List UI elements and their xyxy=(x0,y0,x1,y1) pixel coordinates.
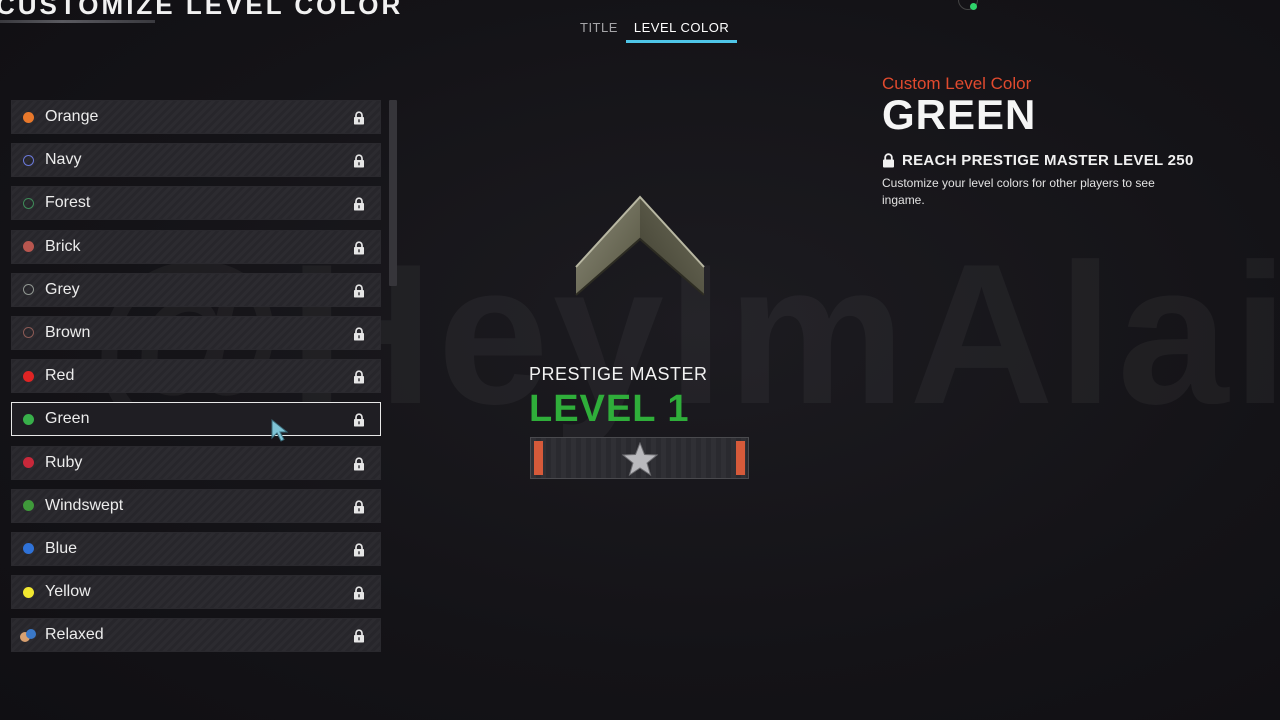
color-swatch-icon xyxy=(23,111,34,123)
lock-icon xyxy=(354,586,364,600)
status-indicator xyxy=(950,0,1190,14)
bar-end-right xyxy=(736,441,745,475)
color-swatch-icon xyxy=(23,154,34,166)
detail-color-name: GREEN xyxy=(882,91,1037,138)
color-item-label: Red xyxy=(45,367,75,385)
detail-description: Customize your level colors for other pl… xyxy=(882,176,1155,207)
color-item-windswept[interactable]: Windswept xyxy=(11,488,381,523)
color-item-label: Navy xyxy=(45,151,82,169)
list-scrollbar[interactable] xyxy=(389,100,397,286)
lock-icon xyxy=(354,543,364,557)
lock-icon xyxy=(354,456,364,470)
color-swatch-icon xyxy=(23,457,34,468)
lock-icon xyxy=(354,240,364,255)
rank-name: PRESTIGE MASTER xyxy=(529,364,708,384)
level-progress-bar xyxy=(530,437,749,479)
color-swatch-icon xyxy=(23,413,34,425)
color-item-brown[interactable]: Brown xyxy=(11,315,381,350)
color-item-label: Relaxed xyxy=(45,626,104,644)
color-item-label: Green xyxy=(45,410,90,428)
mouse-cursor-icon xyxy=(271,418,289,442)
color-swatch-icon xyxy=(23,241,34,253)
color-swatch-icon xyxy=(23,586,34,598)
color-item-label: Ruby xyxy=(45,453,83,471)
color-item-red[interactable]: Red xyxy=(11,359,381,394)
color-item-navy[interactable]: Navy xyxy=(11,143,381,178)
rank-level: LEVEL 1 xyxy=(529,388,690,430)
lock-icon xyxy=(354,111,364,125)
color-swatch-icon xyxy=(20,628,36,642)
bar-end-left xyxy=(534,441,543,475)
color-item-ruby[interactable]: Ruby xyxy=(11,445,381,480)
detail-panel: Custom Level Color GREEN REACH PRESTIGE … xyxy=(882,74,1212,209)
lock-icon xyxy=(354,500,364,514)
color-item-label: Brown xyxy=(45,323,91,341)
rank-chevron-icon xyxy=(575,195,705,296)
color-item-label: Yellow xyxy=(45,583,91,601)
lock-icon xyxy=(354,370,364,384)
color-item-orange[interactable]: Orange xyxy=(11,100,381,134)
lock-icon xyxy=(354,154,364,168)
color-swatch-icon xyxy=(23,500,34,512)
color-item-blue[interactable]: Blue xyxy=(11,531,381,566)
tab-level-color[interactable]: LEVEL COLOR xyxy=(625,18,738,43)
tab-title[interactable]: TITLE xyxy=(572,18,626,41)
lock-icon xyxy=(883,153,894,168)
color-item-grey[interactable]: Grey xyxy=(11,272,381,307)
color-item-label: Forest xyxy=(45,194,91,212)
color-item-label: Brick xyxy=(45,237,81,255)
color-item-relaxed[interactable]: Relaxed xyxy=(11,618,381,652)
title-underline xyxy=(0,20,155,23)
lock-icon xyxy=(354,284,364,298)
color-item-green[interactable]: Green xyxy=(11,402,381,437)
color-item-label: Windswept xyxy=(45,496,124,514)
lock-icon xyxy=(354,629,364,643)
lock-icon xyxy=(354,327,364,341)
page-title: CUSTOMIZE LEVEL COLOR xyxy=(0,0,404,20)
unlock-requirement: REACH PRESTIGE MASTER LEVEL 250 xyxy=(882,152,1212,169)
color-swatch-icon xyxy=(23,543,34,555)
color-swatch-icon xyxy=(23,284,34,296)
color-list: Orange Navy Forest Brick Grey Brown Red Green Ru… xyxy=(11,100,383,652)
lock-icon xyxy=(354,197,364,211)
color-swatch-icon xyxy=(23,370,34,382)
color-item-yellow[interactable]: Yellow xyxy=(11,575,381,610)
color-item-brick[interactable]: Brick xyxy=(11,229,381,264)
color-swatch-icon xyxy=(23,197,34,209)
color-swatch-icon xyxy=(23,327,34,339)
customize-level-color-screen: CUSTOMIZE LEVEL COLOR TITLE LEVEL COLOR … xyxy=(0,0,1280,720)
color-item-label: Orange xyxy=(45,108,99,125)
color-item-forest[interactable]: Forest xyxy=(11,186,381,221)
star-icon xyxy=(622,442,658,476)
color-item-label: Blue xyxy=(45,539,78,557)
lock-icon xyxy=(354,413,364,427)
color-item-label: Grey xyxy=(45,280,80,298)
requirement-text: REACH PRESTIGE MASTER LEVEL 250 xyxy=(902,152,1194,169)
online-dot-icon xyxy=(970,3,977,10)
tab-bar: TITLE LEVEL COLOR xyxy=(572,18,738,43)
